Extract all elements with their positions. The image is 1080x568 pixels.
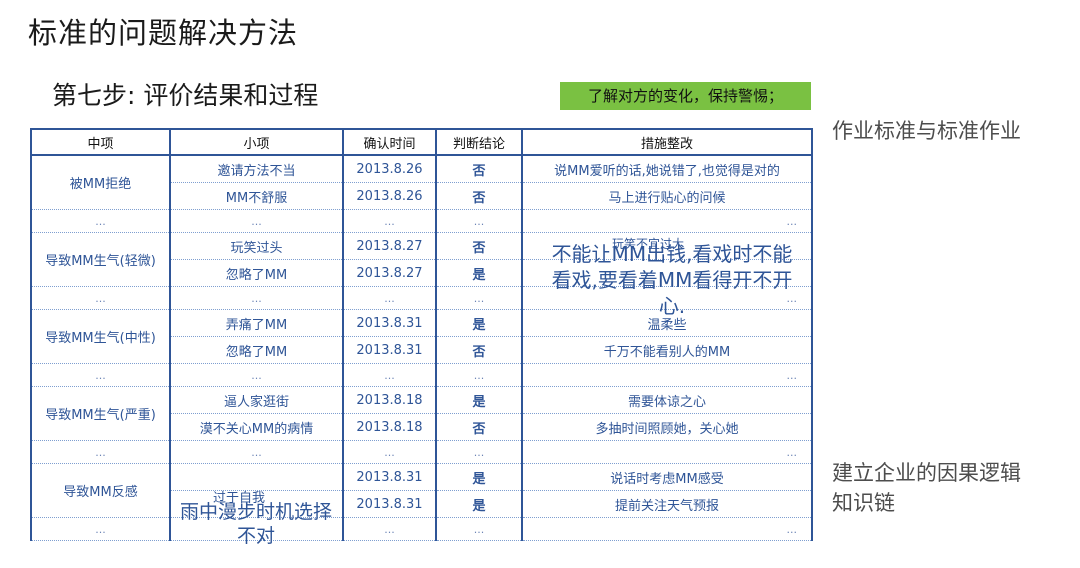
- date-cell: 2013.8.27: [342, 232, 437, 260]
- item-cell: 邀请方法不当: [169, 155, 344, 183]
- ellipsis-cell: ...: [342, 517, 437, 541]
- category-cell: 导致MM生气(轻微): [30, 232, 171, 287]
- overlay-item-annotation: 雨中漫步时机选择 不对: [172, 500, 340, 548]
- highlight-tag: 了解对方的变化，保持警惕；: [560, 82, 811, 110]
- ellipsis-cell: ...: [169, 209, 344, 233]
- table-row: 导致MM反感 2013.8.31 是 说话时考虑MM感受: [30, 463, 813, 518]
- verdict-cell: 否: [435, 336, 523, 364]
- verdict-cell: 是: [435, 259, 523, 287]
- overlay-item-line: 雨中漫步时机选择: [179, 501, 332, 523]
- ellipsis-cell: ...: [169, 363, 344, 387]
- header-action: 措施整改: [521, 128, 813, 156]
- ellipsis-cell: ...: [435, 517, 523, 541]
- item-cell: 忽略了MM: [169, 259, 344, 287]
- side-note-line: 建立企业的因果逻辑: [832, 461, 1021, 485]
- table-header-row: 中项 小项 确认时间 判断结论 措施整改: [30, 128, 813, 156]
- ellipsis-cell: ...: [30, 517, 171, 541]
- action-cell: 说话时考虑MM感受: [521, 463, 813, 491]
- action-cell: 提前关注天气预报: [521, 490, 813, 518]
- ellipsis-cell: ...: [435, 440, 523, 464]
- category-cell: 导致MM生气(中性): [30, 309, 171, 364]
- overlay-action-line: 看戏,要看着MM看得开不开: [551, 268, 793, 292]
- ellipsis-row: ... ... ... ... ...: [30, 440, 813, 464]
- ellipsis-cell: ...: [521, 363, 813, 387]
- table-row: 被MM拒绝 邀请方法不当 2013.8.26 否 说MM爱听的话,她说错了,也觉…: [30, 155, 813, 210]
- item-cell: MM不舒服: [169, 182, 344, 210]
- item-cell: 忽略了MM: [169, 336, 344, 364]
- action-cell: 马上进行贴心的问候: [521, 182, 813, 210]
- ellipsis-cell: ...: [169, 286, 344, 310]
- ellipsis-cell: ...: [169, 440, 344, 464]
- category-cell: 被MM拒绝: [30, 155, 171, 210]
- header-item: 小项: [169, 128, 344, 156]
- verdict-cell: 否: [435, 413, 523, 441]
- ellipsis-cell: ...: [342, 363, 437, 387]
- side-note-standard: 作业标准与标准作业: [832, 119, 1021, 143]
- overlay-action-annotation: 不能让MM出钱,看戏时不能 看戏,要看着MM看得开不开 心.: [538, 241, 806, 319]
- item-cell: 逼人家逛街: [169, 386, 344, 414]
- overlay-action-line: 心.: [658, 294, 686, 318]
- overlay-item-line: 不对: [236, 525, 275, 547]
- header-category: 中项: [30, 128, 171, 156]
- ellipsis-cell: ...: [342, 209, 437, 233]
- evaluation-table: 中项 小项 确认时间 判断结论 措施整改 被MM拒绝 邀请方法不当 2013.8…: [30, 128, 813, 541]
- verdict-cell: 否: [435, 232, 523, 260]
- action-cell: 千万不能看别人的MM: [521, 336, 813, 364]
- ellipsis-cell: ...: [30, 286, 171, 310]
- action-cell: 多抽时间照顾她，关心她: [521, 413, 813, 441]
- ellipsis-cell: ...: [30, 363, 171, 387]
- verdict-cell: 否: [435, 182, 523, 210]
- category-cell: 导致MM反感: [30, 463, 171, 518]
- page-title: 标准的问题解决方法: [28, 16, 299, 50]
- date-cell: 2013.8.26: [342, 182, 437, 210]
- item-cell: 漠不关心MM的病情: [169, 413, 344, 441]
- verdict-cell: 否: [435, 155, 523, 183]
- verdict-cell: 是: [435, 386, 523, 414]
- date-cell: 2013.8.31: [342, 309, 437, 337]
- side-note-line: 知识链: [832, 491, 895, 515]
- date-cell: 2013.8.18: [342, 386, 437, 414]
- ellipsis-cell: ...: [30, 440, 171, 464]
- ellipsis-cell: ...: [435, 209, 523, 233]
- verdict-cell: 是: [435, 463, 523, 491]
- ellipsis-cell: ...: [342, 440, 437, 464]
- verdict-cell: 是: [435, 490, 523, 518]
- header-date: 确认时间: [342, 128, 437, 156]
- date-cell: 2013.8.31: [342, 463, 437, 491]
- date-cell: 2013.8.31: [342, 490, 437, 518]
- ellipsis-row: ... ... ... ...: [30, 517, 813, 541]
- date-cell: 2013.8.18: [342, 413, 437, 441]
- ellipsis-row: ... ... ... ... ...: [30, 209, 813, 233]
- ellipsis-cell: ...: [521, 440, 813, 464]
- action-cell: 说MM爱听的话,她说错了,也觉得是对的: [521, 155, 813, 183]
- ellipsis-cell: ...: [521, 209, 813, 233]
- step-subtitle: 第七步: 评价结果和过程: [52, 81, 319, 110]
- header-verdict: 判断结论: [435, 128, 523, 156]
- date-cell: 2013.8.31: [342, 336, 437, 364]
- item-cell: 玩笑过头: [169, 232, 344, 260]
- overlay-action-line: 不能让MM出钱,看戏时不能: [551, 242, 793, 266]
- verdict-cell: 是: [435, 309, 523, 337]
- ellipsis-cell: ...: [30, 209, 171, 233]
- ellipsis-cell: ...: [435, 286, 523, 310]
- item-cell: 弄痛了MM: [169, 309, 344, 337]
- action-cell: 需要体谅之心: [521, 386, 813, 414]
- ellipsis-cell: ...: [521, 517, 813, 541]
- category-cell: 导致MM生气(严重): [30, 386, 171, 441]
- table-row: 导致MM生气(严重) 逼人家逛街 2013.8.18 是 需要体谅之心: [30, 386, 813, 441]
- ellipsis-cell: ...: [342, 286, 437, 310]
- side-note-knowledge-chain: 建立企业的因果逻辑 知识链: [832, 458, 1021, 518]
- ellipsis-row: ... ... ... ... ...: [30, 363, 813, 387]
- date-cell: 2013.8.27: [342, 259, 437, 287]
- date-cell: 2013.8.26: [342, 155, 437, 183]
- ellipsis-cell: ...: [435, 363, 523, 387]
